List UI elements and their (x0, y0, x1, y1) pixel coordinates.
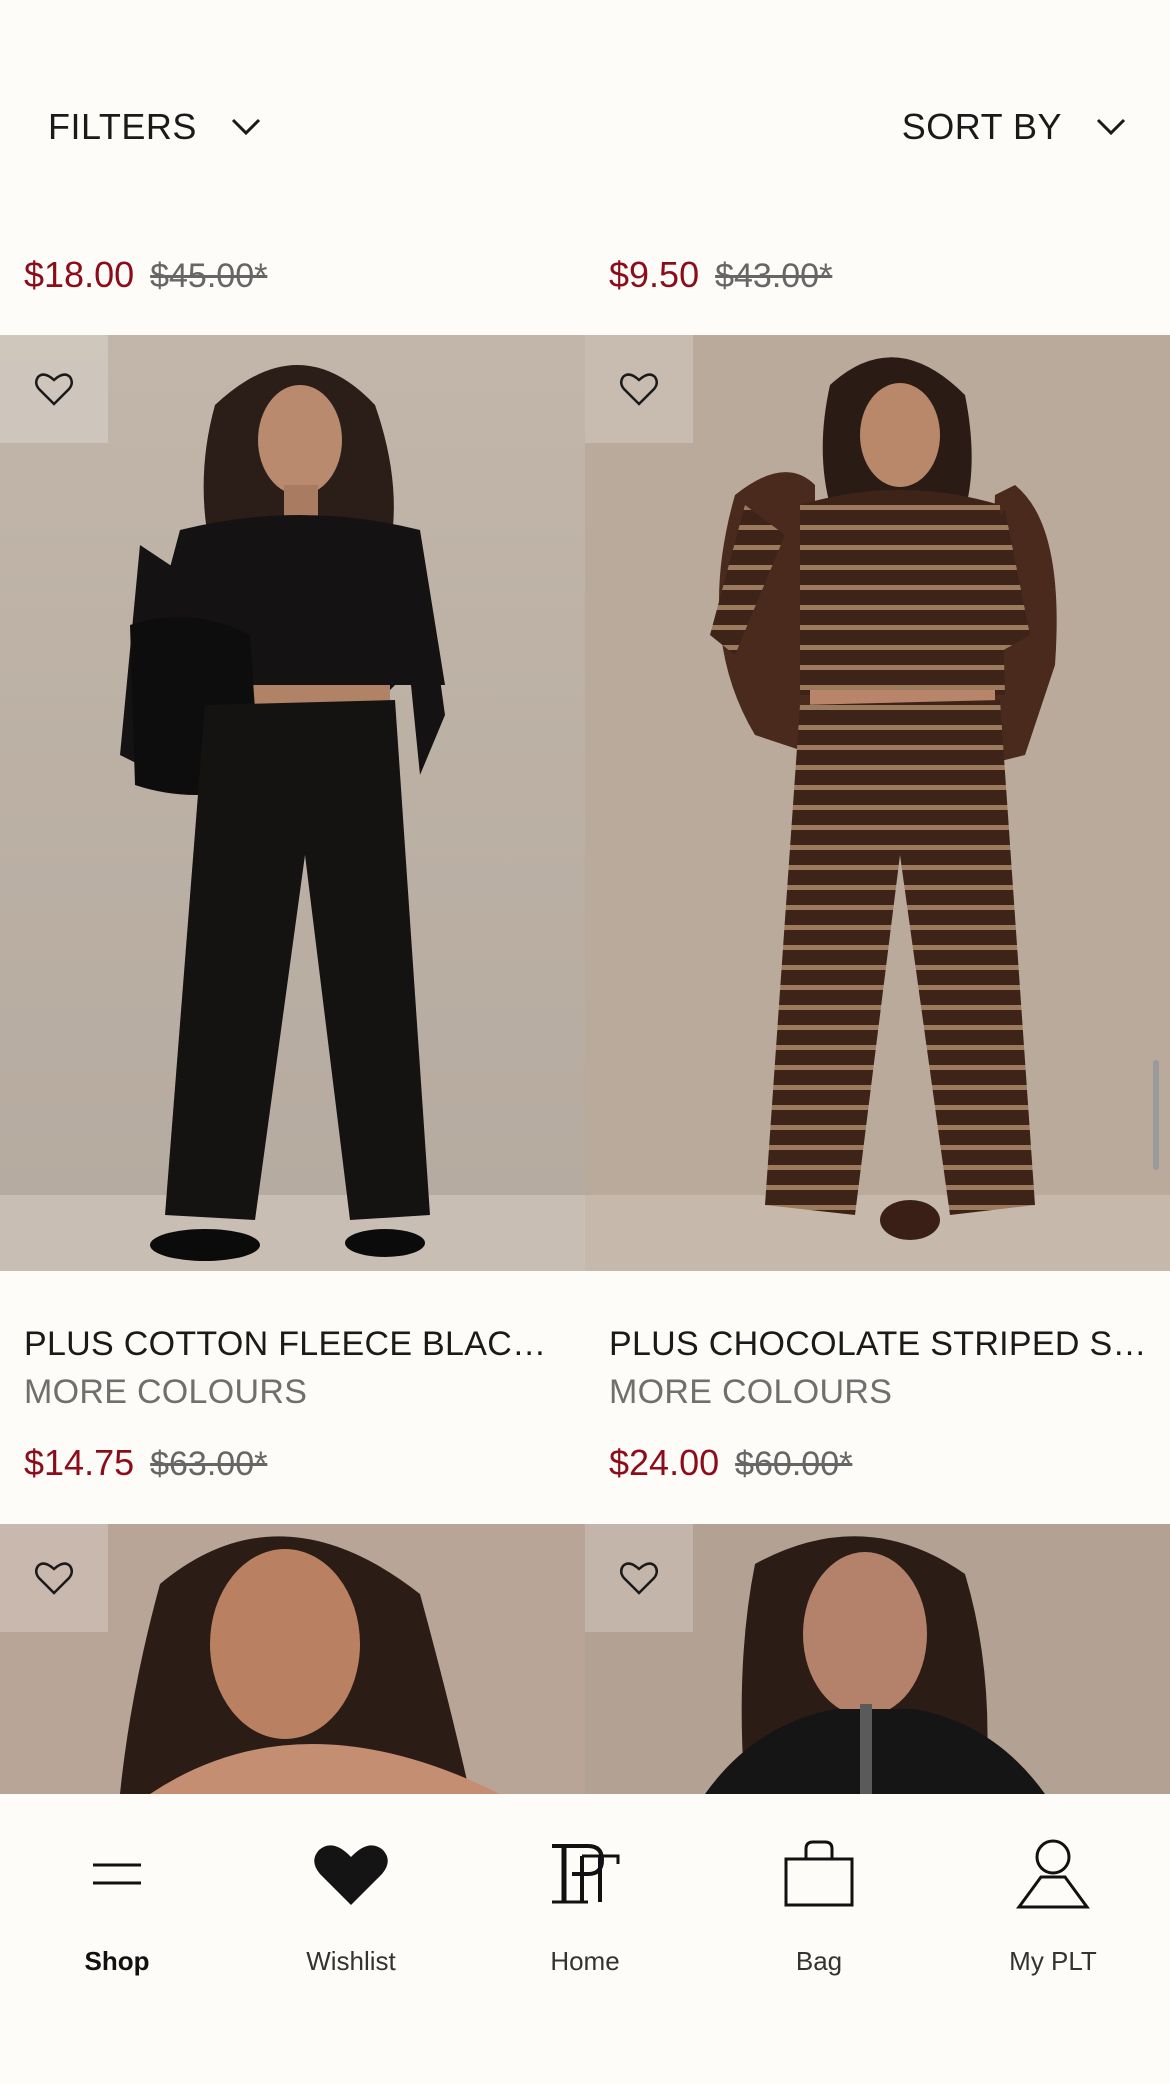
nav-my-plt-label: My PLT (1009, 1946, 1097, 1976)
product-image[interactable] (0, 335, 585, 1271)
nav-bag-label: Bag (795, 1946, 843, 1976)
nav-shop-label: Shop (84, 1946, 150, 1976)
menu-icon (93, 1863, 141, 1885)
add-to-wishlist-button[interactable] (585, 335, 693, 443)
product-column-left: $18.00 $45.00* PLUS COTTON FLEECE BLACK … (0, 0, 585, 1794)
sale-price: $24.00 (609, 1442, 720, 1483)
chevron-down-icon (231, 118, 260, 136)
sort-by-label: SORT BY (901, 106, 1062, 147)
add-to-wishlist-button[interactable] (0, 1524, 108, 1632)
product-image[interactable] (0, 1524, 585, 1794)
nav-my-plt[interactable]: My PLT (936, 1824, 1170, 1977)
product-image[interactable] (585, 1524, 1170, 1794)
product-image[interactable] (585, 335, 1170, 1271)
sale-price: $9.50 (609, 254, 700, 295)
original-price: $60.00* (735, 1445, 853, 1483)
nav-wishlist-label: Wishlist (306, 1946, 396, 1976)
product-title[interactable]: PLUS COTTON FLEECE BLACK STRA... (24, 1325, 564, 1364)
bag-icon (784, 1840, 854, 1907)
listing-toolbar: FILTERS SORT BY (0, 0, 1170, 190)
chevron-down-icon (1096, 118, 1126, 136)
sale-price: $18.00 (24, 254, 135, 295)
original-price: $43.00* (715, 257, 833, 295)
product-photo-black-outfit (0, 335, 585, 1271)
price-row: $14.75 $63.00* (24, 1442, 267, 1484)
add-to-wishlist-button[interactable] (0, 335, 108, 443)
filters-label: FILTERS (48, 106, 197, 147)
price-row: $18.00 $45.00* (24, 254, 267, 296)
product-photo-striped-outfit (585, 335, 1170, 1271)
heart-outline-icon (620, 1562, 658, 1595)
heart-outline-icon (35, 1562, 73, 1595)
nav-home[interactable]: Home (468, 1824, 702, 1977)
heart-filled-icon (314, 1845, 388, 1905)
price-row: $24.00 $60.00* (609, 1442, 852, 1484)
filters-button[interactable]: FILTERS (48, 100, 261, 154)
heart-outline-icon (35, 373, 73, 406)
nav-home-label: Home (550, 1946, 620, 1976)
bottom-navigation: Shop Wishlist Home Bag My PLT (0, 1794, 1170, 2084)
product-listing-page: FILTERS SORT BY $18.00 $45.00* PLUS COTT… (0, 0, 1170, 2084)
more-colours-label: MORE COLOURS (609, 1373, 893, 1411)
nav-shop[interactable]: Shop (0, 1824, 234, 1977)
user-icon (1016, 1839, 1090, 1909)
more-colours-label: MORE COLOURS (24, 1373, 308, 1411)
original-price: $45.00* (150, 257, 268, 295)
add-to-wishlist-button[interactable] (585, 1524, 693, 1632)
price-row: $9.50 $43.00* (609, 254, 832, 296)
sale-price: $14.75 (24, 1442, 135, 1483)
plt-logo-icon (552, 1844, 620, 1904)
sort-by-button[interactable]: SORT BY (902, 100, 1126, 154)
product-title[interactable]: PLUS CHOCOLATE STRIPED SOFT F... (609, 1325, 1149, 1364)
heart-outline-icon (620, 373, 658, 406)
nav-wishlist[interactable]: Wishlist (234, 1824, 468, 1977)
original-price: $63.00* (150, 1445, 268, 1483)
nav-bag[interactable]: Bag (702, 1824, 936, 1977)
product-column-right: $9.50 $43.00* PLUS CHOCOLATE STRIPED SO … (585, 0, 1170, 1794)
scrollbar-thumb[interactable] (1153, 1060, 1159, 1170)
